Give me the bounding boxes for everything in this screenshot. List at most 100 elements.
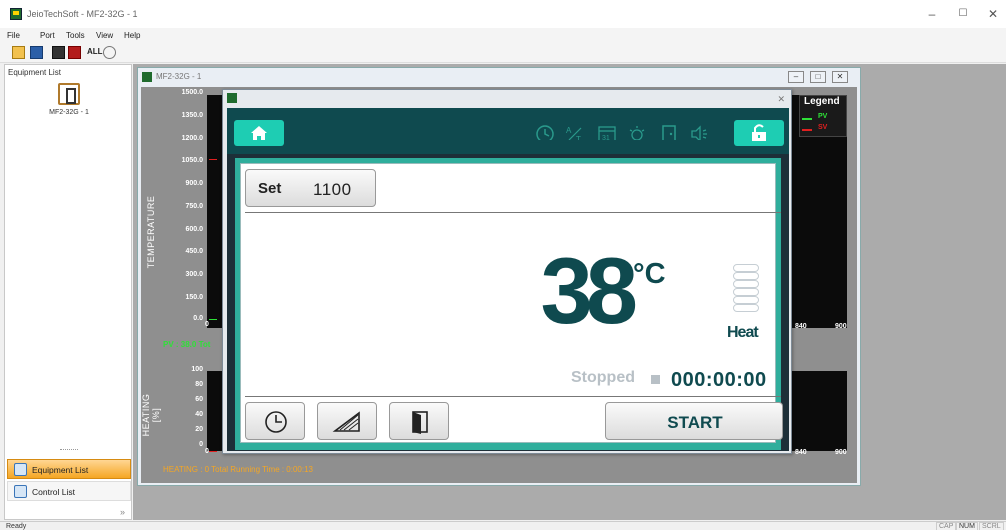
scroll-indicator: SCRL: [979, 522, 1004, 530]
mdi-minimize-button[interactable]: –: [788, 71, 804, 83]
legend: Legend PV SV: [799, 95, 847, 137]
y-tick: 20: [195, 426, 203, 433]
y-tick: 1050.0: [181, 157, 203, 164]
speaker-icon[interactable]: [689, 124, 709, 140]
divider: [245, 396, 781, 397]
status-bar: Ready CAP NUM SCRL: [0, 521, 1006, 530]
clock-icon[interactable]: [535, 124, 555, 140]
x-tick: 840: [795, 449, 807, 456]
open-folder-icon[interactable]: [12, 46, 25, 59]
settings-gear-icon[interactable]: [103, 46, 116, 59]
disconnect-icon[interactable]: [68, 46, 81, 59]
controller-frame: A T 31 Set 1100 38 °C Heat Stopped 000:0…: [227, 108, 789, 451]
door-button[interactable]: [389, 402, 449, 440]
panel-title: Equipment List: [8, 68, 61, 77]
legend-label: SV: [818, 124, 828, 131]
equipment-list-panel: Equipment List MF2-32G - 1 Equipment Lis…: [4, 64, 132, 520]
setpoint-label: Set: [258, 180, 282, 197]
run-timer: 000:00:00: [671, 369, 767, 391]
num-indicator: NUM: [956, 522, 978, 530]
controller-panel: Set 1100 38 °C Heat Stopped 000:00:00 ST…: [240, 163, 783, 443]
legend-item-pv: PV: [802, 113, 846, 123]
app-logo-icon: [10, 8, 22, 20]
pv-readout: PV : 38.0 Tot: [163, 340, 211, 349]
save-icon[interactable]: [30, 46, 43, 59]
dialog-close-button[interactable]: ✕: [777, 94, 785, 105]
maximize-button[interactable]: ☐: [953, 6, 973, 22]
equipment-item-label[interactable]: MF2-32G - 1: [15, 109, 123, 116]
home-button[interactable]: [234, 120, 284, 146]
home-icon: [251, 126, 267, 140]
menu-port[interactable]: Port: [40, 31, 55, 40]
timer-button[interactable]: [245, 402, 305, 440]
svg-text:31: 31: [602, 135, 610, 140]
menu-view[interactable]: View: [96, 31, 113, 40]
minimize-button[interactable]: –: [922, 6, 942, 22]
legend-item-sv: SV: [802, 124, 846, 134]
heater-label: Heat: [727, 324, 759, 341]
x-tick: 900: [835, 323, 847, 330]
x-tick: 900: [835, 449, 847, 456]
window-icon: [142, 72, 152, 82]
menu-file[interactable]: File: [7, 31, 20, 40]
mdi-maximize-button[interactable]: □: [810, 71, 826, 83]
tab-control-list[interactable]: Control List: [7, 481, 131, 501]
y-tick: 80: [195, 381, 203, 388]
mdi-close-button[interactable]: ✕: [832, 71, 848, 83]
dialog-icon: [227, 93, 237, 103]
door-icon: [412, 411, 428, 434]
heating-axis-label: HEATING [%]: [141, 393, 161, 437]
y-tick: 1350.0: [181, 112, 203, 119]
y-tick: 0: [199, 441, 203, 448]
ramp-profile-icon: [332, 411, 360, 432]
toolbar: ALL: [0, 43, 1006, 63]
setpoint-button[interactable]: Set 1100: [245, 169, 376, 207]
y-tick: 300.0: [185, 271, 203, 278]
status-text: Ready: [6, 523, 27, 530]
y-tick: 100: [191, 366, 203, 373]
start-button[interactable]: START: [605, 402, 783, 440]
y-tick: 0.0: [193, 315, 203, 322]
legend-swatch: [802, 118, 812, 120]
heating-readout: HEATING : 0 Total Running Time : 0:00:13: [163, 465, 313, 474]
furnace-icon[interactable]: [58, 83, 80, 105]
equipment-list-icon: [14, 463, 27, 476]
y-tick: 900.0: [185, 180, 203, 187]
setpoint-value: 1100: [313, 180, 352, 199]
auto-tune-icon[interactable]: A T: [565, 124, 585, 140]
program-ramp-button[interactable]: [317, 402, 377, 440]
heater-coil-icon: [733, 264, 759, 322]
y-tick: 150.0: [185, 294, 203, 301]
svg-text:A: A: [566, 126, 572, 135]
door-icon[interactable]: [659, 124, 679, 140]
lock-button[interactable]: [734, 120, 784, 146]
start-label: START: [667, 413, 723, 432]
chevron-expand-icon[interactable]: »: [120, 507, 125, 517]
splitter-grip[interactable]: [60, 449, 78, 451]
y-tick: 40: [195, 411, 203, 418]
connect-icon[interactable]: [52, 46, 65, 59]
run-state: Stopped: [571, 369, 635, 386]
controller-header: A T 31: [227, 108, 789, 154]
menu-bar: File Port Tools View Help: [0, 28, 1006, 43]
menu-tools[interactable]: Tools: [66, 31, 85, 40]
legend-label: PV: [818, 113, 828, 120]
tab-equipment-list[interactable]: Equipment List: [7, 459, 131, 479]
pv-trace: [209, 319, 217, 320]
window-title: JeioTechSoft - MF2-32G - 1: [27, 9, 138, 19]
sv-trace: [209, 159, 217, 160]
legend-swatch: [802, 129, 812, 131]
calendar-icon[interactable]: 31: [597, 124, 617, 140]
y-tick: 60: [195, 396, 203, 403]
y-tick: 1200.0: [181, 135, 203, 142]
y-tick: 1500.0: [181, 89, 203, 96]
clock-icon: [265, 411, 287, 433]
controller-dialog: ✕ A T 31 Set 1100 38 °C Heat Stopped 000…: [222, 89, 792, 454]
caps-indicator: CAP: [936, 522, 957, 530]
menu-help[interactable]: Help: [124, 31, 140, 40]
all-button[interactable]: ALL: [87, 47, 103, 56]
lamp-icon[interactable]: [627, 124, 647, 140]
close-button[interactable]: ✕: [983, 6, 1003, 22]
stop-indicator-icon: [651, 375, 660, 384]
graph-window-title: MF2-32G - 1: [156, 72, 202, 81]
